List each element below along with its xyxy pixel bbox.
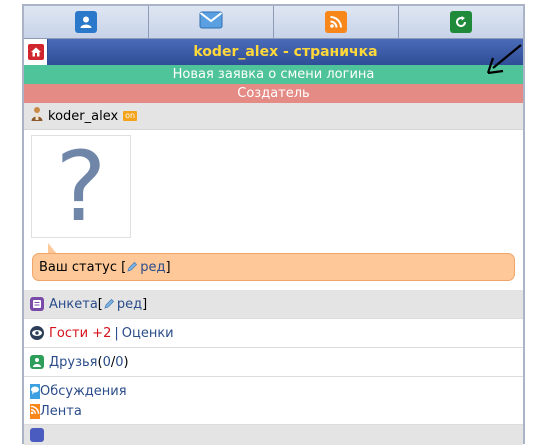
status-edit-link[interactable]: ред	[140, 260, 165, 275]
anketa-icon	[30, 297, 44, 311]
discussions-link[interactable]: Обсуждения	[40, 384, 127, 399]
pencil-icon	[126, 261, 138, 273]
status-label: Ваш статус [	[39, 259, 127, 275]
anketa-edit-link[interactable]: ред	[117, 297, 142, 312]
profile-photo-area: ? Ваш статус [ ред ]	[24, 130, 523, 290]
friends-icon	[30, 355, 44, 369]
rss-icon	[325, 11, 347, 33]
chat-icon	[30, 383, 40, 399]
refresh-icon	[450, 11, 472, 33]
status-close: ]	[165, 259, 171, 275]
feed-item: Лента	[30, 401, 523, 421]
menu-item-icon	[30, 428, 44, 442]
ratings-link[interactable]: Оценки	[122, 326, 174, 341]
discussions-feed-block: Обсуждения Лента	[24, 377, 523, 425]
home-button[interactable]	[24, 39, 48, 65]
toolbar-rss-button[interactable]	[274, 6, 399, 38]
title-bar: koder_alex - страничка	[24, 39, 523, 65]
friends-close: )	[123, 354, 129, 370]
user-avatar-icon	[30, 106, 44, 126]
status-bubble: Ваш статус [ ред ]	[32, 253, 515, 281]
toolbar-mail-button[interactable]	[149, 6, 274, 38]
guests-row: Гости +2 | Оценки	[24, 319, 523, 348]
eye-icon	[30, 326, 44, 340]
anketa-link[interactable]: Анкета	[49, 297, 98, 312]
avatar[interactable]: ?	[31, 135, 131, 238]
friends-link[interactable]: Друзья	[49, 355, 98, 370]
anketa-row: Анкета [ ред ]	[24, 290, 523, 319]
rss-icon	[30, 403, 40, 419]
anketa-close: ]	[142, 296, 148, 312]
friends-online-count[interactable]: 0	[103, 355, 111, 370]
discussions-item: Обсуждения	[30, 381, 523, 401]
page-frame: koder_alex - страничка Новая заявка о см…	[22, 4, 525, 445]
creator-badge-bar: Создатель	[24, 84, 523, 103]
toolbar-profile-button[interactable]	[24, 6, 149, 38]
user-icon	[75, 11, 97, 33]
avatar-placeholder: ?	[55, 130, 107, 243]
feed-link[interactable]: Лента	[40, 404, 82, 419]
friends-total-count[interactable]: 0	[115, 355, 123, 370]
guests-link[interactable]: Гости +2	[49, 326, 111, 341]
top-icon-bar	[24, 6, 523, 39]
mail-icon	[199, 11, 223, 33]
page-title: koder_alex - страничка	[193, 44, 378, 60]
toolbar-refresh-button[interactable]	[399, 6, 523, 38]
friends-row: Друзья ( 0 / 0 )	[24, 348, 523, 377]
pencil-icon	[103, 298, 115, 310]
annotation-arrow-icon	[486, 44, 522, 75]
user-row: koder_alex on	[24, 103, 523, 130]
login-change-request-link[interactable]: Новая заявка о смени логина	[24, 65, 523, 84]
guests-separator: |	[114, 325, 119, 341]
next-row-partial	[24, 425, 523, 445]
user-name[interactable]: koder_alex	[48, 109, 118, 124]
online-badge: on	[123, 111, 138, 121]
home-icon	[27, 44, 44, 60]
